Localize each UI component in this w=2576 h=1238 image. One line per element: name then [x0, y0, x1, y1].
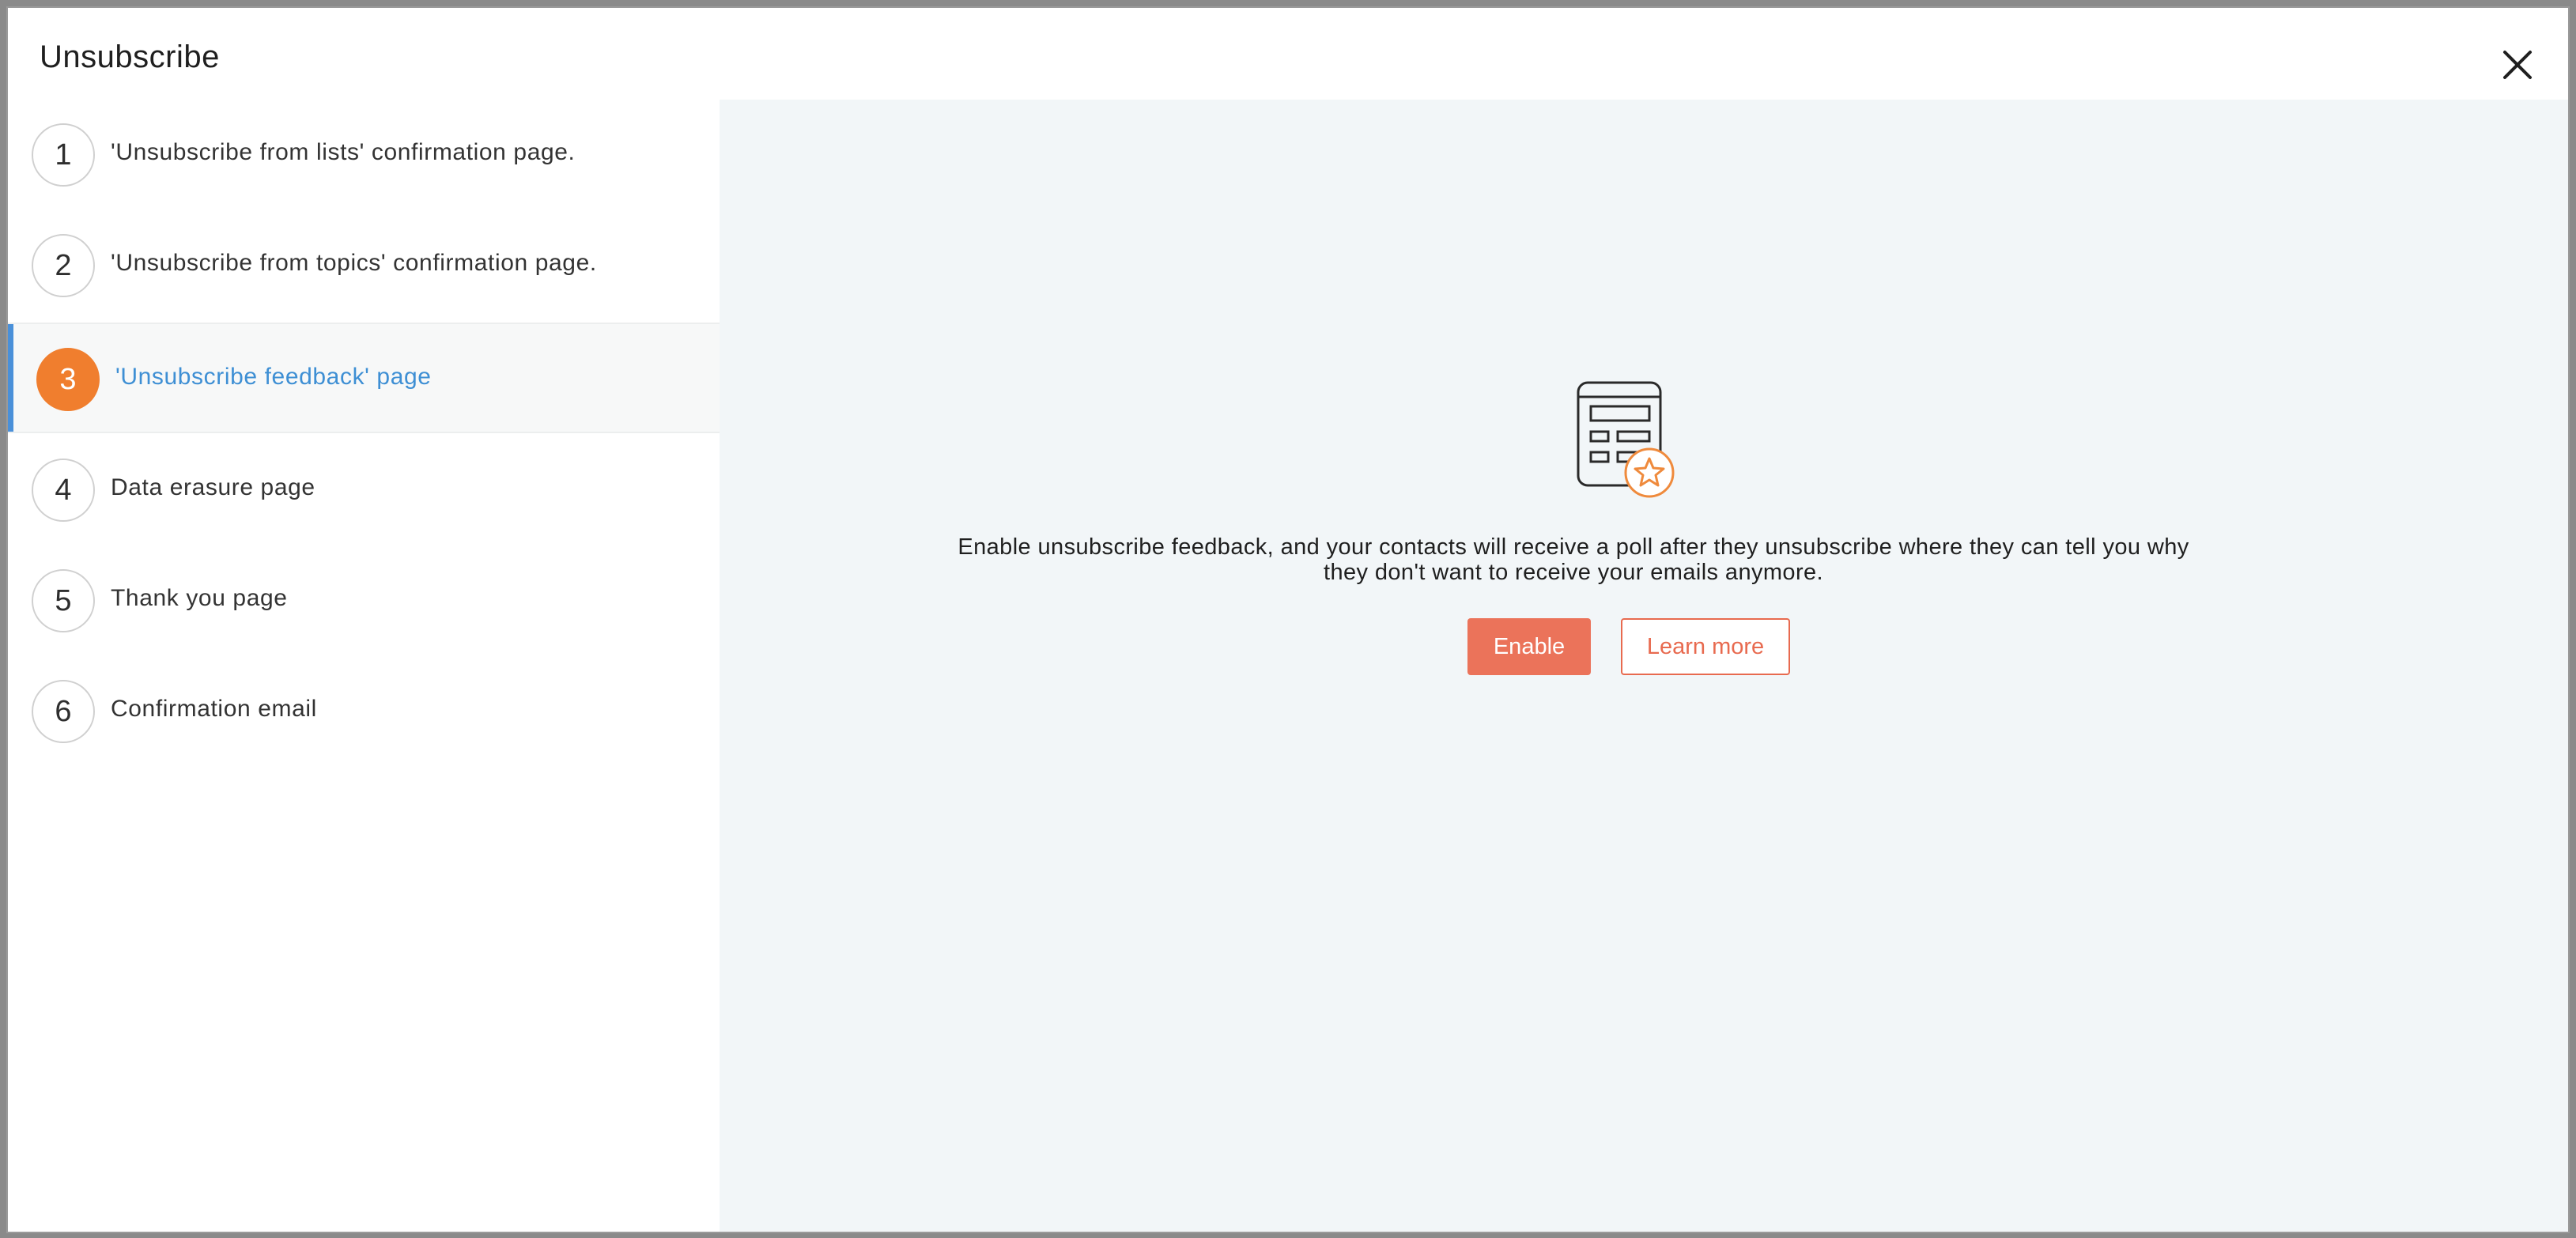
step-item-2[interactable]: 2 'Unsubscribe from topics' confirmation…: [8, 210, 720, 321]
step-label: Data erasure page: [111, 474, 315, 500]
step-label: 'Unsubscribe feedback' page: [115, 364, 432, 390]
step-number: 6: [32, 680, 95, 743]
step-item-1[interactable]: 1 'Unsubscribe from lists' confirmation …: [8, 100, 720, 210]
step-label: Confirmation email: [111, 696, 317, 722]
close-icon: [2503, 51, 2532, 79]
step-number: 1: [32, 123, 95, 187]
step-item-4[interactable]: 4 Data erasure page: [8, 435, 720, 545]
active-indicator: [8, 324, 13, 432]
step-item-6[interactable]: 6 Confirmation email: [8, 656, 720, 767]
step-label: 'Unsubscribe from lists' confirmation pa…: [111, 139, 576, 165]
step-label: 'Unsubscribe from topics' confirmation p…: [111, 250, 597, 276]
unsubscribe-dialog: Unsubscribe 1 'Unsubscribe from lists' c…: [6, 6, 2570, 1233]
dialog-title: Unsubscribe: [40, 40, 220, 74]
step-number: 4: [32, 459, 95, 522]
dialog-header: Unsubscribe: [8, 8, 2568, 100]
step-number: 2: [32, 234, 95, 297]
step-label: Thank you page: [111, 585, 288, 611]
step-item-3[interactable]: 3 'Unsubscribe feedback' page: [8, 323, 720, 433]
enable-button[interactable]: Enable: [1467, 618, 1591, 675]
main-panel: Enable unsubscribe feedback, and your co…: [720, 100, 2568, 1232]
feedback-description: Enable unsubscribe feedback, and your co…: [958, 534, 2189, 585]
close-button[interactable]: [2495, 43, 2540, 87]
step-number: 5: [32, 569, 95, 632]
step-item-5[interactable]: 5 Thank you page: [8, 545, 720, 656]
steps-sidebar: 1 'Unsubscribe from lists' confirmation …: [8, 100, 720, 1232]
step-number: 3: [36, 348, 100, 411]
learn-more-button[interactable]: Learn more: [1621, 618, 1790, 675]
feedback-form-star-icon: [1561, 373, 1687, 508]
